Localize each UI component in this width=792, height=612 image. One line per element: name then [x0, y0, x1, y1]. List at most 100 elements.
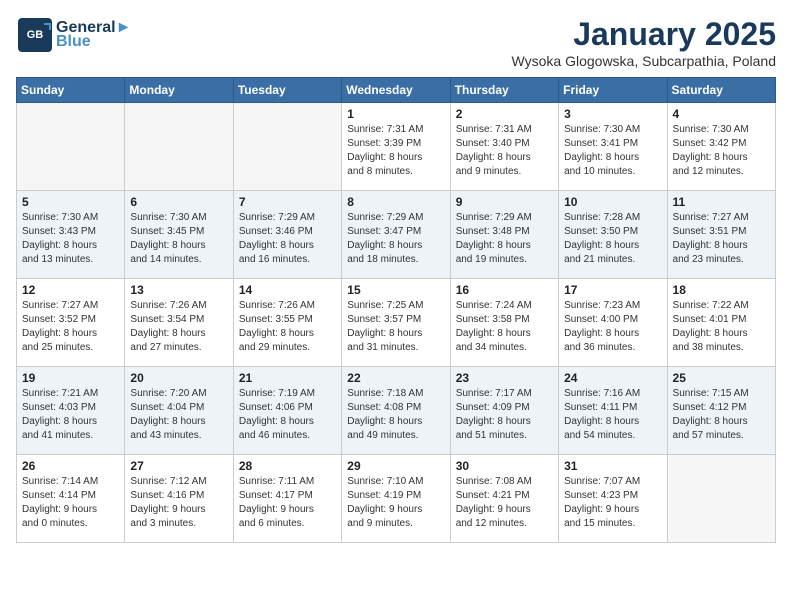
calendar-cell: 17 Sunrise: 7:23 AM Sunset: 4:00 PM Dayli…	[559, 279, 667, 367]
calendar-cell: 28Sunrise: 7:11 AM Sunset: 4:17 PM Dayli…	[233, 455, 341, 543]
day-number: 21	[239, 371, 336, 385]
day-number: 30	[456, 459, 553, 473]
calendar-cell: 10Sunrise: 7:28 AM Sunset: 3:50 PM Dayli…	[559, 191, 667, 279]
calendar-cell: 31 Sunrise: 7:07 AM Sunset: 4:23 PM Dayli…	[559, 455, 667, 543]
weekday-header-thursday: Thursday	[450, 78, 558, 103]
calendar-cell: 5 Sunrise: 7:30 AM Sunset: 3:43 PM Daylig…	[17, 191, 125, 279]
day-info: Sunrise: 7:16 AM Sunset: 4:11 PM Dayligh…	[564, 387, 661, 443]
day-info: Sunrise: 7:29 AM Sunset: 3:46 PM Dayligh…	[239, 211, 336, 267]
calendar-cell: 18 Sunrise: 7:22 AM Sunset: 4:01 PM Dayli…	[667, 279, 775, 367]
calendar-cell: 4 Sunrise: 7:30 AM Sunset: 3:42 PM Daylig…	[667, 103, 775, 191]
weekday-header-sunday: Sunday	[17, 78, 125, 103]
day-info: Sunrise: 7:30 AM Sunset: 3:42 PM Dayligh…	[673, 123, 770, 179]
day-info: Sunrise: 7:26 AM Sunset: 3:54 PM Dayligh…	[130, 299, 227, 355]
day-number: 25	[673, 371, 770, 385]
calendar-cell: 7Sunrise: 7:29 AM Sunset: 3:46 PM Daylig…	[233, 191, 341, 279]
day-info: Sunrise: 7:31 AM Sunset: 3:40 PM Dayligh…	[456, 123, 553, 179]
day-number: 4	[673, 107, 770, 121]
calendar-table: SundayMondayTuesdayWednesdayThursdayFrid…	[16, 77, 776, 543]
calendar-cell	[667, 455, 775, 543]
day-info: Sunrise: 7:21 AM Sunset: 4:03 PM Dayligh…	[22, 387, 119, 443]
day-info: Sunrise: 7:29 AM Sunset: 3:48 PM Dayligh…	[456, 211, 553, 267]
day-info: Sunrise: 7:30 AM Sunset: 3:43 PM Dayligh…	[22, 211, 119, 267]
title-block: January 2025 Wysoka Glogowska, Subcarpat…	[512, 16, 776, 69]
day-info: Sunrise: 7:24 AM Sunset: 3:58 PM Dayligh…	[456, 299, 553, 355]
calendar-cell: 2 Sunrise: 7:31 AM Sunset: 3:40 PM Daylig…	[450, 103, 558, 191]
calendar-week-3: 12Sunrise: 7:27 AM Sunset: 3:52 PM Dayli…	[17, 279, 776, 367]
day-info: Sunrise: 7:17 AM Sunset: 4:09 PM Dayligh…	[456, 387, 553, 443]
day-number: 5	[22, 195, 119, 209]
day-info: Sunrise: 7:25 AM Sunset: 3:57 PM Dayligh…	[347, 299, 444, 355]
day-number: 1	[347, 107, 444, 121]
calendar-cell: 11 Sunrise: 7:27 AM Sunset: 3:51 PM Dayli…	[667, 191, 775, 279]
calendar-cell	[125, 103, 233, 191]
month-title: January 2025	[512, 16, 776, 53]
day-number: 15	[347, 283, 444, 297]
day-info: Sunrise: 7:31 AM Sunset: 3:39 PM Dayligh…	[347, 123, 444, 179]
calendar-cell: 21Sunrise: 7:19 AM Sunset: 4:06 PM Dayli…	[233, 367, 341, 455]
day-number: 24	[564, 371, 661, 385]
day-info: Sunrise: 7:20 AM Sunset: 4:04 PM Dayligh…	[130, 387, 227, 443]
calendar-week-2: 5 Sunrise: 7:30 AM Sunset: 3:43 PM Daylig…	[17, 191, 776, 279]
day-info: Sunrise: 7:29 AM Sunset: 3:47 PM Dayligh…	[347, 211, 444, 267]
calendar-cell	[17, 103, 125, 191]
calendar-cell: 12Sunrise: 7:27 AM Sunset: 3:52 PM Dayli…	[17, 279, 125, 367]
day-number: 23	[456, 371, 553, 385]
day-number: 19	[22, 371, 119, 385]
day-info: Sunrise: 7:26 AM Sunset: 3:55 PM Dayligh…	[239, 299, 336, 355]
calendar-cell	[233, 103, 341, 191]
calendar-cell: 23 Sunrise: 7:17 AM Sunset: 4:09 PM Dayli…	[450, 367, 558, 455]
calendar-cell: 8Sunrise: 7:29 AM Sunset: 3:47 PM Daylig…	[342, 191, 450, 279]
calendar-week-5: 26 Sunrise: 7:14 AM Sunset: 4:14 PM Dayli…	[17, 455, 776, 543]
calendar-week-1: 1 Sunrise: 7:31 AM Sunset: 3:39 PM Daylig…	[17, 103, 776, 191]
day-info: Sunrise: 7:10 AM Sunset: 4:19 PM Dayligh…	[347, 475, 444, 531]
calendar-cell: 13 Sunrise: 7:26 AM Sunset: 3:54 PM Dayli…	[125, 279, 233, 367]
day-number: 20	[130, 371, 227, 385]
day-number: 11	[673, 195, 770, 209]
calendar-cell: 22Sunrise: 7:18 AM Sunset: 4:08 PM Dayli…	[342, 367, 450, 455]
day-number: 29	[347, 459, 444, 473]
day-info: Sunrise: 7:27 AM Sunset: 3:52 PM Dayligh…	[22, 299, 119, 355]
calendar-cell: 1 Sunrise: 7:31 AM Sunset: 3:39 PM Daylig…	[342, 103, 450, 191]
calendar-cell: 30Sunrise: 7:08 AM Sunset: 4:21 PM Dayli…	[450, 455, 558, 543]
calendar-cell: 20 Sunrise: 7:20 AM Sunset: 4:04 PM Dayli…	[125, 367, 233, 455]
svg-text:GB: GB	[27, 29, 44, 41]
weekday-header-saturday: Saturday	[667, 78, 775, 103]
location-subtitle: Wysoka Glogowska, Subcarpathia, Poland	[512, 53, 776, 69]
calendar-cell: 16 Sunrise: 7:24 AM Sunset: 3:58 PM Dayli…	[450, 279, 558, 367]
day-info: Sunrise: 7:30 AM Sunset: 3:45 PM Dayligh…	[130, 211, 227, 267]
calendar-cell: 6 Sunrise: 7:30 AM Sunset: 3:45 PM Daylig…	[125, 191, 233, 279]
weekday-header-friday: Friday	[559, 78, 667, 103]
day-info: Sunrise: 7:23 AM Sunset: 4:00 PM Dayligh…	[564, 299, 661, 355]
calendar-cell: 24 Sunrise: 7:16 AM Sunset: 4:11 PM Dayli…	[559, 367, 667, 455]
day-number: 27	[130, 459, 227, 473]
weekday-header-row: SundayMondayTuesdayWednesdayThursdayFrid…	[17, 78, 776, 103]
day-number: 26	[22, 459, 119, 473]
page-header: GB General► Blue January 2025 Wysoka Glo…	[16, 16, 776, 69]
day-info: Sunrise: 7:11 AM Sunset: 4:17 PM Dayligh…	[239, 475, 336, 531]
day-number: 6	[130, 195, 227, 209]
weekday-header-tuesday: Tuesday	[233, 78, 341, 103]
day-info: Sunrise: 7:14 AM Sunset: 4:14 PM Dayligh…	[22, 475, 119, 531]
day-info: Sunrise: 7:15 AM Sunset: 4:12 PM Dayligh…	[673, 387, 770, 443]
day-number: 2	[456, 107, 553, 121]
calendar-cell: 3Sunrise: 7:30 AM Sunset: 3:41 PM Daylig…	[559, 103, 667, 191]
day-info: Sunrise: 7:27 AM Sunset: 3:51 PM Dayligh…	[673, 211, 770, 267]
day-number: 13	[130, 283, 227, 297]
day-number: 3	[564, 107, 661, 121]
day-info: Sunrise: 7:28 AM Sunset: 3:50 PM Dayligh…	[564, 211, 661, 267]
calendar-week-4: 19 Sunrise: 7:21 AM Sunset: 4:03 PM Dayli…	[17, 367, 776, 455]
calendar-cell: 15 Sunrise: 7:25 AM Sunset: 3:57 PM Dayli…	[342, 279, 450, 367]
day-number: 18	[673, 283, 770, 297]
day-info: Sunrise: 7:07 AM Sunset: 4:23 PM Dayligh…	[564, 475, 661, 531]
calendar-cell: 27Sunrise: 7:12 AM Sunset: 4:16 PM Dayli…	[125, 455, 233, 543]
day-info: Sunrise: 7:22 AM Sunset: 4:01 PM Dayligh…	[673, 299, 770, 355]
logo: GB General► Blue	[16, 16, 131, 54]
calendar-cell: 9Sunrise: 7:29 AM Sunset: 3:48 PM Daylig…	[450, 191, 558, 279]
day-number: 17	[564, 283, 661, 297]
day-number: 16	[456, 283, 553, 297]
calendar-cell: 29 Sunrise: 7:10 AM Sunset: 4:19 PM Dayli…	[342, 455, 450, 543]
weekday-header-wednesday: Wednesday	[342, 78, 450, 103]
calendar-cell: 14Sunrise: 7:26 AM Sunset: 3:55 PM Dayli…	[233, 279, 341, 367]
day-number: 31	[564, 459, 661, 473]
